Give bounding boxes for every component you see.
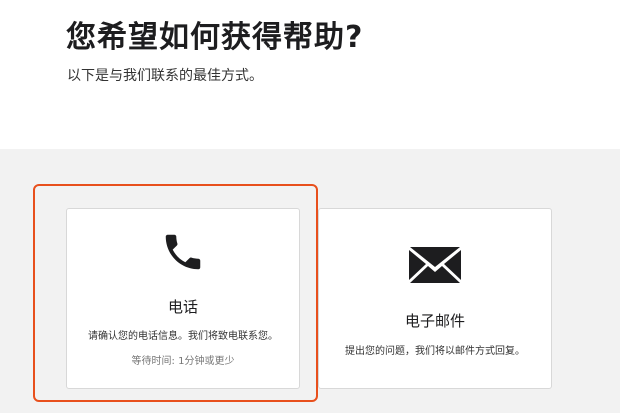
phone-option-description: 请确认您的电话信息。我们将致电联系您。 [88, 331, 278, 342]
email-option-description: 提出您的问题，我们将以邮件方式回复。 [345, 346, 525, 357]
phone-wait-time: 等待时间: 1分钟或更少 [131, 356, 235, 367]
phone-icon [165, 234, 201, 270]
page-title: 您希望如何获得帮助? [66, 20, 364, 55]
envelope-icon [409, 247, 461, 283]
page-header: 您希望如何获得帮助? 以下是与我们联系的最佳方式。 [0, 0, 620, 149]
phone-option-card[interactable]: 电话 请确认您的电话信息。我们将致电联系您。 等待时间: 1分钟或更少 [66, 208, 300, 389]
email-option-card[interactable]: 电子邮件 提出您的问题，我们将以邮件方式回复。 [318, 208, 552, 389]
phone-option-title: 电话 [167, 298, 198, 316]
email-option-title: 电子邮件 [404, 312, 465, 330]
page-subtitle: 以下是与我们联系的最佳方式。 [67, 68, 263, 84]
